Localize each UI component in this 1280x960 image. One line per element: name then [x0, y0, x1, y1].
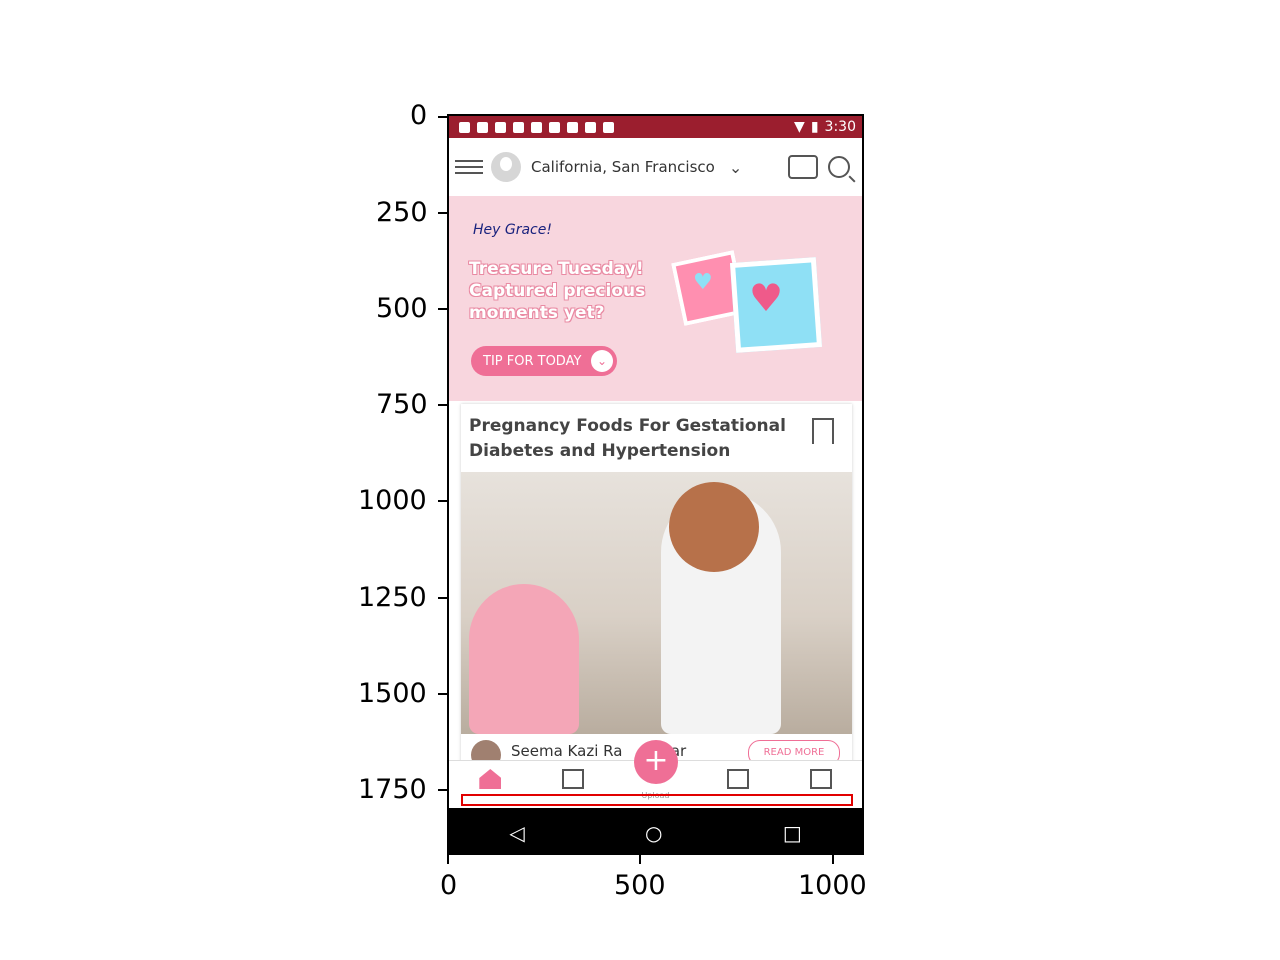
home-circle-icon[interactable]: ○	[645, 821, 662, 845]
banner-headline: Treasure Tuesday! Captured precious mome…	[469, 259, 646, 323]
chess-icon	[477, 121, 488, 133]
article-title[interactable]: Pregnancy Foods For Gestational Diabetes…	[469, 414, 799, 464]
y-tick-mark	[438, 597, 447, 599]
y-tick-1750: 1750	[358, 774, 427, 805]
x-tick-0: 0	[440, 870, 458, 901]
location-selector[interactable]: California, San Francisco	[531, 158, 715, 176]
avatar[interactable]	[491, 152, 521, 182]
search-icon[interactable]	[828, 156, 850, 178]
y-tick-mark	[438, 308, 447, 310]
alert-icon	[513, 121, 524, 133]
wifi-icon: ▼	[794, 119, 805, 135]
heart-icon: ♥	[749, 276, 784, 320]
y-tick-mark	[438, 404, 447, 406]
notification-icons	[459, 121, 614, 133]
x-tick-500: 500	[614, 870, 666, 901]
add-button[interactable]: +	[634, 740, 678, 784]
phone-screen: ▼ ▮ 3:30 California, San Francisco ⌄ Hey…	[447, 114, 864, 855]
y-tick-1500: 1500	[358, 678, 427, 709]
y-tick-mark	[438, 500, 447, 502]
battery-icon: ▮	[810, 119, 819, 135]
y-tick-1250: 1250	[358, 582, 427, 613]
greeting: Hey Grace!	[473, 222, 552, 238]
x-tick-mark	[832, 855, 834, 864]
grid-icon	[809, 769, 832, 789]
tip-for-today-button[interactable]: TIP FOR TODAY ⌄	[471, 346, 617, 376]
lock-icon	[549, 121, 560, 133]
app-header: California, San Francisco ⌄	[449, 138, 862, 197]
x-tick-1000: 1000	[798, 870, 867, 901]
android-icon	[603, 121, 614, 133]
bag-icon	[585, 121, 596, 133]
download-icon	[495, 121, 506, 133]
y-tick-mark	[438, 212, 447, 214]
article-image[interactable]	[461, 472, 852, 734]
chevron-down-icon: ⌄	[591, 350, 613, 372]
y-tick-1000: 1000	[358, 485, 427, 516]
status-bar: ▼ ▮ 3:30	[449, 116, 862, 138]
system-status: ▼ ▮ 3:30	[794, 119, 856, 135]
y-tick-mark	[438, 789, 447, 791]
system-navigation-bar: ◁ ○ □	[449, 808, 862, 853]
chevron-down-icon[interactable]: ⌄	[729, 158, 742, 177]
article-card[interactable]: Pregnancy Foods For Gestational Diabetes…	[461, 404, 852, 784]
y-tick-250: 250	[376, 197, 428, 228]
recents-icon[interactable]: □	[783, 821, 802, 845]
facebook-icon	[459, 121, 470, 133]
hair-shape	[669, 482, 759, 572]
bookmark-icon[interactable]	[812, 418, 834, 444]
flag-icon	[727, 769, 750, 789]
x-tick-mark	[447, 855, 449, 864]
x-tick-mark	[639, 855, 641, 864]
menu-icon[interactable]	[455, 156, 483, 178]
y-tick-mark	[438, 693, 447, 695]
cartoon-illustration	[469, 584, 579, 734]
tip-button-label: TIP FOR TODAY	[483, 353, 582, 369]
y-tick-0: 0	[410, 100, 428, 131]
home-icon	[479, 769, 502, 789]
y-tick-750: 750	[376, 389, 428, 420]
highlight-box	[461, 794, 853, 806]
mail-icon	[567, 121, 578, 133]
y-tick-500: 500	[376, 293, 428, 324]
y-tick-mark	[438, 116, 447, 118]
tip-banner: Hey Grace! Treasure Tuesday! Captured pr…	[449, 196, 862, 401]
tools-icon	[531, 121, 542, 133]
back-icon[interactable]: ◁	[509, 821, 524, 845]
briefcase-icon	[561, 769, 584, 789]
heart-icon: ♥	[693, 270, 713, 295]
chat-icon[interactable]	[788, 155, 818, 179]
clock: 3:30	[824, 119, 856, 135]
